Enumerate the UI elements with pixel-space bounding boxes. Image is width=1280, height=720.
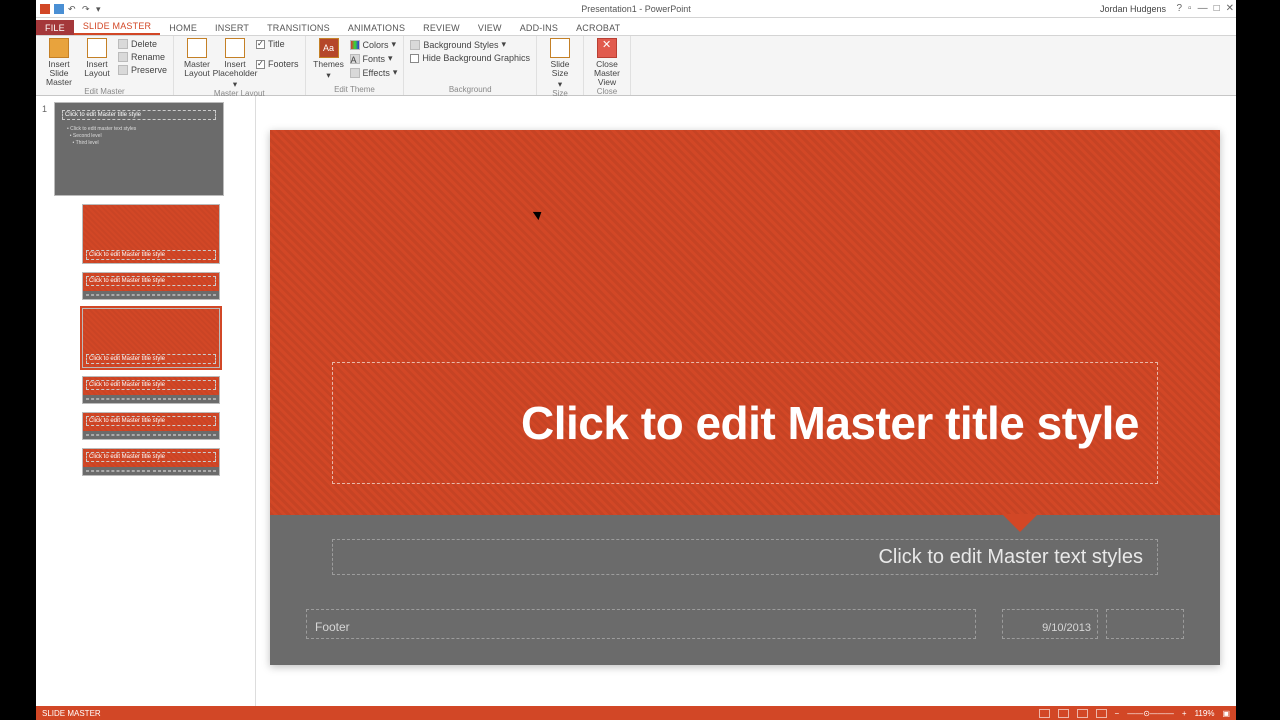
slide-body-region: Click to edit Master text styles Footer … (270, 515, 1220, 665)
ribbon-options-icon[interactable]: ▫ (1188, 3, 1192, 14)
layout-thumbnail[interactable]: Click to edit Master title style (82, 448, 220, 476)
slide-number-placeholder[interactable] (1106, 609, 1184, 639)
themes-button[interactable]: AaThemes▾ (312, 38, 346, 80)
colors-icon (350, 40, 360, 50)
tab-acrobat[interactable]: ACROBAT (567, 20, 629, 35)
title-bar: ↶ ↷ ▾ Presentation1 - PowerPoint Jordan … (36, 0, 1236, 18)
insert-placeholder-button[interactable]: Insert Placeholder▾ (218, 38, 252, 89)
zoom-in-icon[interactable]: + (1182, 709, 1187, 718)
tab-file[interactable]: FILE (36, 20, 74, 35)
group-edit-master: Insert Slide Master Insert Layout Delete… (36, 36, 174, 95)
powerpoint-icon (40, 4, 50, 14)
slide-master-preview[interactable]: Click to edit Master title style Click t… (270, 130, 1220, 665)
background-styles-icon (410, 40, 420, 50)
close-icon (597, 38, 617, 58)
tab-home[interactable]: HOME (160, 20, 206, 35)
group-background: Background Styles▾ Hide Background Graph… (404, 36, 537, 95)
window-title: Presentation1 - PowerPoint (581, 4, 691, 14)
help-icon[interactable]: ? (1176, 3, 1182, 14)
checkbox-icon (256, 60, 265, 69)
footer-placeholder[interactable]: Footer (306, 609, 976, 639)
rename-icon (118, 52, 128, 62)
redo-icon[interactable]: ↷ (82, 4, 92, 14)
date-placeholder[interactable]: 9/10/2013 (1002, 609, 1098, 639)
tab-slide-master[interactable]: SLIDE MASTER (74, 18, 160, 35)
footers-checkbox[interactable]: Footers (256, 58, 299, 70)
tab-review[interactable]: REVIEW (414, 20, 469, 35)
title-checkbox[interactable]: Title (256, 38, 299, 50)
layout-thumbnail[interactable]: Click to edit Master title style (82, 204, 220, 264)
status-mode: SLIDE MASTER (42, 709, 101, 718)
layout-icon (87, 38, 107, 58)
preserve-icon (118, 65, 128, 75)
layout-thumbnail[interactable]: Click to edit Master title style (82, 272, 220, 300)
slide-size-icon (550, 38, 570, 58)
tab-animations[interactable]: ANIMATIONS (339, 20, 414, 35)
ribbon: Insert Slide Master Insert Layout Delete… (36, 36, 1236, 96)
undo-icon[interactable]: ↶ (68, 4, 78, 14)
colors-button[interactable]: Colors▾ (350, 38, 398, 51)
work-area: 1 Click to edit Master title style• Click… (36, 96, 1236, 706)
status-bar: SLIDE MASTER − ——⊙——— + 119% ▣ (36, 706, 1236, 720)
title-placeholder[interactable]: Click to edit Master title style (332, 362, 1158, 484)
close-master-view-button[interactable]: Close Master View (590, 38, 624, 87)
tab-addins[interactable]: ADD-INS (511, 20, 567, 35)
tab-insert[interactable]: INSERT (206, 20, 258, 35)
tab-transitions[interactable]: TRANSITIONS (258, 20, 339, 35)
checkbox-icon (256, 40, 265, 49)
fonts-icon: A (350, 54, 360, 64)
master-thumbnail[interactable]: Click to edit Master title style• Click … (54, 102, 224, 196)
zoom-slider[interactable]: ——⊙——— (1127, 709, 1174, 718)
group-edit-theme: AaThemes▾ Colors▾ AFonts▾ Effects▾ Edit … (306, 36, 405, 95)
preserve-button[interactable]: Preserve (118, 64, 167, 76)
slide-canvas-area[interactable]: Click to edit Master title style Click t… (256, 96, 1236, 706)
checkbox-icon (410, 54, 419, 63)
master-layout-button[interactable]: Master Layout (180, 38, 214, 78)
qat-more-icon[interactable]: ▾ (96, 4, 106, 14)
fonts-button[interactable]: AFonts▾ (350, 52, 398, 65)
minimize-icon[interactable]: — (1198, 3, 1208, 14)
delete-button[interactable]: Delete (118, 38, 167, 50)
zoom-level[interactable]: 119% (1195, 709, 1215, 718)
slide-master-icon (49, 38, 69, 58)
slideshow-view-icon[interactable] (1096, 709, 1107, 718)
master-layout-icon (187, 38, 207, 58)
thumbnail-pane[interactable]: 1 Click to edit Master title style• Click… (36, 96, 256, 706)
ribbon-tabs: FILE SLIDE MASTER HOME INSERT TRANSITION… (36, 18, 1236, 36)
layout-thumbnail[interactable]: Click to edit Master title style (82, 376, 220, 404)
reading-view-icon[interactable] (1077, 709, 1088, 718)
themes-icon: Aa (319, 38, 339, 58)
layout-thumbnail[interactable]: Click to edit Master title style (82, 308, 220, 368)
delete-icon (118, 39, 128, 49)
placeholder-icon (225, 38, 245, 58)
slide-title-region: Click to edit Master title style (270, 130, 1220, 515)
slide-size-button[interactable]: Slide Size▾ (543, 38, 577, 89)
insert-layout-button[interactable]: Insert Layout (80, 38, 114, 78)
group-master-layout: Master Layout Insert Placeholder▾ Title … (174, 36, 306, 95)
tab-view[interactable]: VIEW (469, 20, 511, 35)
user-name[interactable]: Jordan Hudgens (1100, 4, 1166, 14)
rename-button[interactable]: Rename (118, 51, 167, 63)
background-styles-button[interactable]: Background Styles▾ (410, 38, 530, 51)
zoom-out-icon[interactable]: − (1115, 709, 1120, 718)
fit-to-window-icon[interactable]: ▣ (1222, 709, 1230, 718)
sorter-view-icon[interactable] (1058, 709, 1069, 718)
close-window-icon[interactable]: ✕ (1226, 3, 1234, 14)
group-close: Close Master View Close (584, 36, 631, 95)
normal-view-icon[interactable] (1039, 709, 1050, 718)
effects-button[interactable]: Effects▾ (350, 66, 398, 79)
effects-icon (350, 68, 360, 78)
hide-background-checkbox[interactable]: Hide Background Graphics (410, 52, 530, 64)
group-size: Slide Size▾ Size (537, 36, 584, 95)
quick-access-toolbar: ↶ ↷ ▾ (36, 4, 106, 14)
thumb-number: 1 (42, 102, 50, 114)
subtitle-placeholder[interactable]: Click to edit Master text styles (332, 539, 1158, 575)
insert-slide-master-button[interactable]: Insert Slide Master (42, 38, 76, 87)
maximize-icon[interactable]: □ (1214, 3, 1220, 14)
layout-thumbnail[interactable]: Click to edit Master title style (82, 412, 220, 440)
save-icon[interactable] (54, 4, 64, 14)
